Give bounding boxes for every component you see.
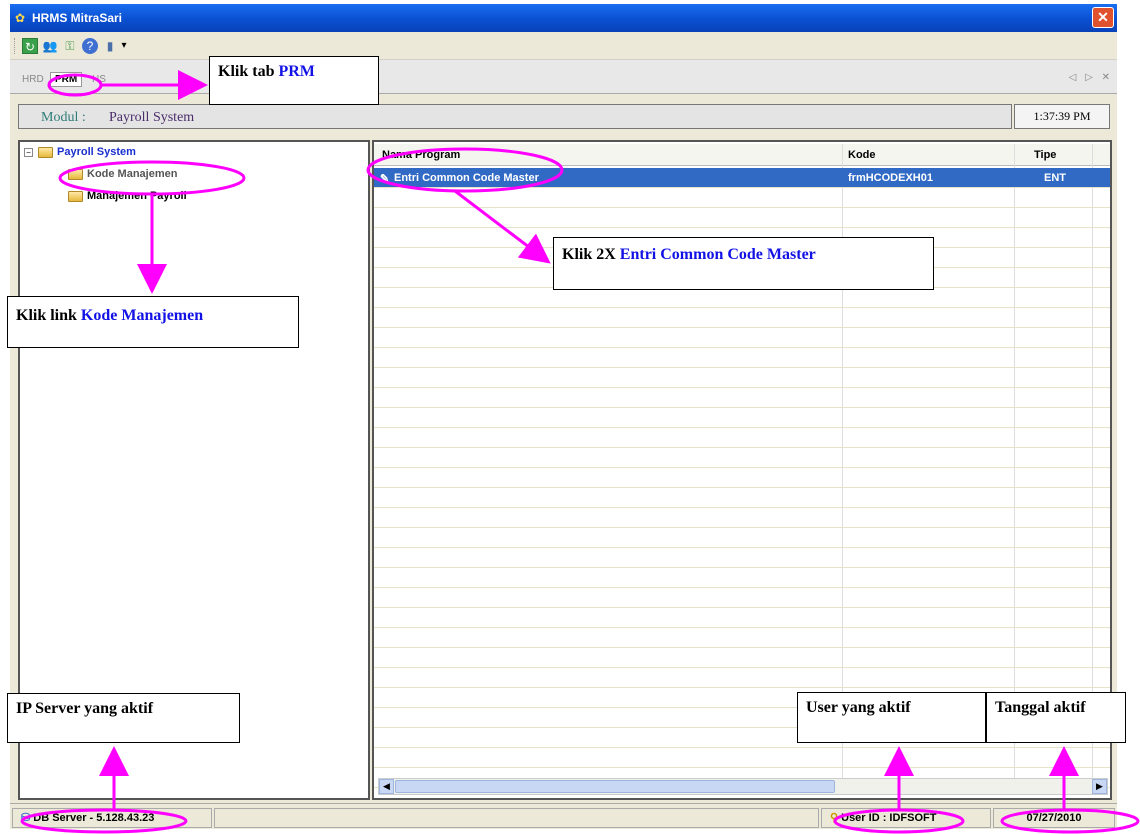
toolbar-grip [14,38,17,54]
module-bar: Modul : Payroll System 1:37:39 PM [10,94,1117,138]
title-bar: ✿ HRMS MitraSari ✕ [10,4,1117,32]
empty-row [374,588,1110,608]
status-user-id: ⚲ User ID : IDFSOFT [821,808,991,828]
empty-row [374,528,1110,548]
module-box: Modul : Payroll System [18,104,1012,129]
scroll-left-icon[interactable]: ◀ [379,779,394,794]
empty-row [374,328,1110,348]
status-empty [214,808,819,828]
col-header-tipe[interactable]: Tipe [1034,149,1056,161]
tree-node-manajemen-payroll[interactable]: Manajemen Payroll [68,190,187,202]
empty-row [374,368,1110,388]
cell-kode: frmHCODEXH01 [848,172,933,184]
folder-icon [68,190,83,202]
toolbar: ↻ 👥 ⚿ ? ▮ ▾ [10,32,1117,60]
empty-row [374,188,1110,208]
table-row[interactable]: ✎ Entri Common Code Master frmHCODEXH01 … [374,168,1110,188]
cell-nama: Entri Common Code Master [394,172,539,184]
empty-row [374,428,1110,448]
help-icon[interactable]: ? [82,38,98,54]
empty-row [374,448,1110,468]
app-icon: ✿ [15,11,26,25]
empty-row [374,388,1110,408]
users-icon[interactable]: 👥 [42,38,58,54]
empty-row [374,488,1110,508]
empty-row [374,308,1110,328]
close-button[interactable]: ✕ [1092,7,1114,28]
empty-row [374,628,1110,648]
empty-row [374,648,1110,668]
tab-strip: HRD PRM HS ◁ ▷ ✕ [10,60,1117,94]
empty-row [374,408,1110,428]
cell-tipe: ENT [1044,172,1066,184]
empty-row [374,608,1110,628]
grid-header: Nama Program Kode Tipe [374,144,1110,166]
empty-row [374,468,1110,488]
callout-tab: Klik tab PRM [209,56,379,105]
toolbar-dropdown-icon[interactable]: ▾ [116,38,132,54]
tab-prm[interactable]: PRM [50,72,83,87]
db-server-icon: ⛁ [21,812,31,824]
empty-row [374,568,1110,588]
empty-row [374,208,1110,228]
empty-row [374,548,1110,568]
module-value: Payroll System [109,110,195,125]
module-label: Modul : [41,110,86,125]
user-icon: ⚲ [830,812,839,824]
callout-grid: Klik 2X Entri Common Code Master [553,237,934,290]
tree-collapse-icon[interactable]: − [24,148,33,157]
empty-row [374,668,1110,688]
callout-date: Tanggal aktif [986,692,1126,743]
col-header-kode[interactable]: Kode [848,149,876,161]
col-header-nama[interactable]: Nama Program [382,149,460,161]
tab-nav-buttons[interactable]: ◁ ▷ ✕ [1069,72,1113,83]
row-icon: ✎ [380,173,390,185]
window-title: HRMS MitraSari [32,11,123,25]
tab-hs[interactable]: HS [92,74,106,85]
folder-icon [68,168,83,180]
callout-ip: IP Server yang aktif [7,693,240,743]
tab-hrd[interactable]: HRD [22,74,44,85]
status-bar: ⛁ DB Server - 5.128.43.23 ⚲ User ID : ID… [10,803,1117,829]
refresh-icon[interactable]: ↻ [22,38,38,54]
horizontal-scrollbar[interactable]: ◀ ▶ [378,778,1108,795]
callout-user: User yang aktif [797,692,986,743]
scroll-thumb[interactable] [395,780,835,793]
empty-row [374,748,1110,768]
empty-row [374,288,1110,308]
status-date: 07/27/2010 [993,808,1115,828]
tree-node-kode-manajemen[interactable]: Kode Manajemen [68,168,177,180]
key-icon[interactable]: ⚿ [62,38,78,54]
clock: 1:37:39 PM [1014,104,1110,129]
folder-icon [38,146,53,158]
scroll-right-icon[interactable]: ▶ [1092,779,1107,794]
callout-tree: Klik link Kode Manajemen [7,296,299,348]
status-db-server: ⛁ DB Server - 5.128.43.23 [12,808,212,828]
empty-row [374,508,1110,528]
empty-row [374,348,1110,368]
tree-node-payroll-system[interactable]: Payroll System [38,146,136,158]
